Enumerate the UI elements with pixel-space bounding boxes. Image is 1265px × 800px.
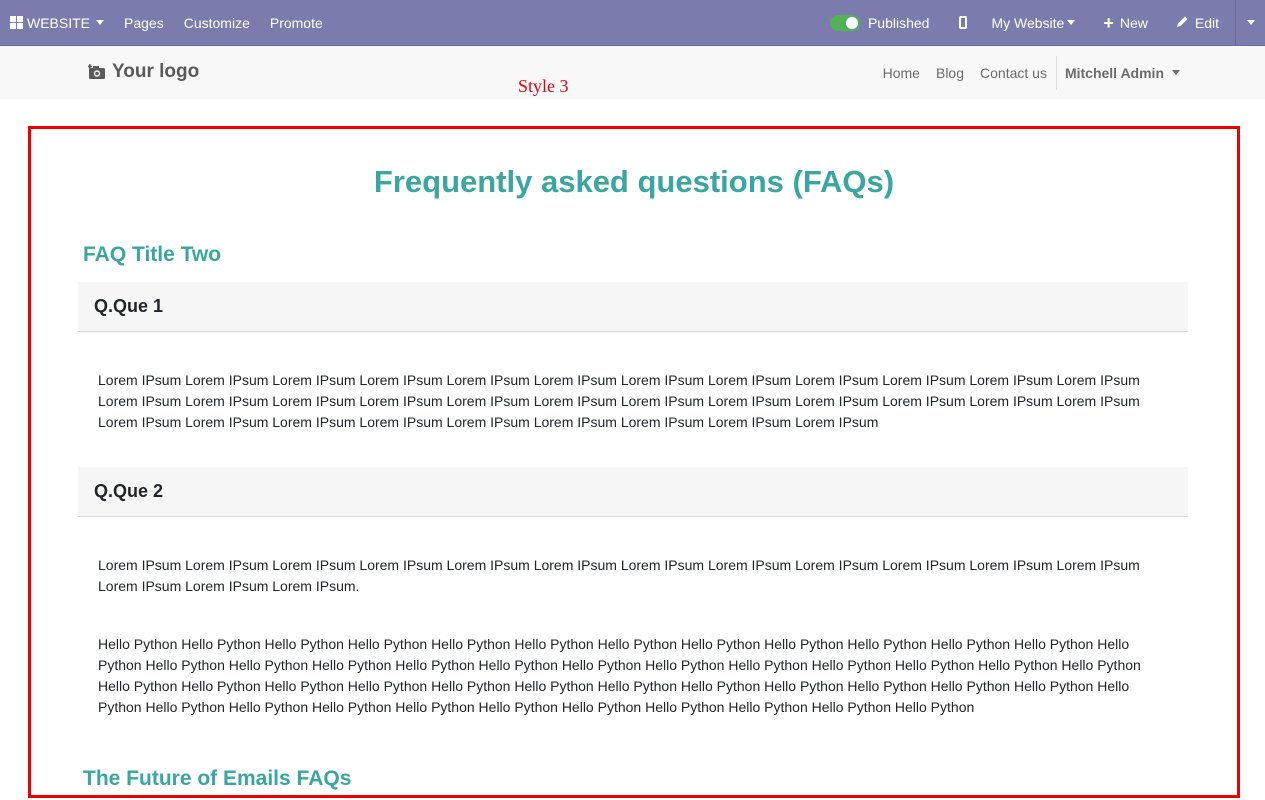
- plus-icon: +: [1103, 12, 1114, 33]
- more-options-button[interactable]: [1235, 0, 1265, 46]
- site-header: Your logo Home Blog Contact us Mitchell …: [0, 46, 1265, 99]
- edit-button[interactable]: Edit: [1164, 0, 1235, 46]
- website-admin-bar: WEBSITE Pages Customize Promote Publishe…: [0, 0, 1265, 46]
- chevron-down-icon: [1172, 70, 1180, 75]
- chevron-down-icon: [1067, 20, 1076, 25]
- chevron-down-icon: [96, 20, 105, 25]
- my-website-label: My Website: [991, 14, 1065, 31]
- toggle-switch-icon: [829, 14, 860, 31]
- website-menu-label: WEBSITE: [27, 14, 91, 31]
- main-nav: Home Blog Contact us Mitchell Admin: [875, 46, 1265, 99]
- edit-label: Edit: [1194, 14, 1219, 31]
- customize-menu[interactable]: Customize: [174, 0, 260, 46]
- published-label: Published: [867, 14, 930, 31]
- site-logo[interactable]: Your logo: [88, 61, 199, 83]
- chevron-down-icon: [1246, 20, 1255, 25]
- nav-link-home[interactable]: Home: [875, 65, 928, 81]
- new-label: New: [1119, 14, 1148, 31]
- published-toggle[interactable]: Published: [820, 0, 944, 46]
- faq-highlight-frame: Frequently asked questions (FAQs) FAQ Ti…: [28, 126, 1240, 798]
- website-menu-button[interactable]: WEBSITE: [0, 0, 114, 46]
- mobile-preview-button[interactable]: [943, 0, 983, 46]
- faq-question-header[interactable]: Q.Que 2: [78, 467, 1188, 517]
- faq-answer-text: Lorem IPsum Lorem IPsum Lorem IPsum Lore…: [98, 557, 1140, 594]
- promote-menu[interactable]: Promote: [260, 0, 333, 46]
- logo-text: Your logo: [112, 61, 200, 82]
- new-content-button[interactable]: + New: [1093, 0, 1164, 46]
- user-menu[interactable]: Mitchell Admin: [1057, 65, 1265, 81]
- nav-link-contact[interactable]: Contact us: [972, 65, 1055, 81]
- nav-link-blog[interactable]: Blog: [928, 65, 972, 81]
- faq-answer-text: Lorem IPsum Lorem IPsum Lorem IPsum Lore…: [98, 372, 1140, 430]
- faq-answer-text: Hello Python Hello Python Hello Python H…: [98, 636, 1141, 715]
- faq-question-header[interactable]: Q.Que 1: [78, 282, 1188, 332]
- mobile-phone-icon: [959, 16, 968, 29]
- camera-icon: [88, 64, 105, 79]
- style-annotation-label: Style 3: [518, 76, 569, 96]
- pencil-icon: [1176, 15, 1189, 31]
- apps-grid-icon: [10, 16, 23, 29]
- faq-page-title: Frequently asked questions (FAQs): [373, 164, 895, 199]
- user-name: Mitchell Admin: [1064, 64, 1164, 81]
- pages-menu[interactable]: Pages: [114, 0, 174, 46]
- faq-section-title: The Future of Emails FAQs: [83, 767, 352, 790]
- my-website-menu[interactable]: My Website: [983, 0, 1093, 46]
- faq-section-title: FAQ Title Two: [83, 243, 222, 266]
